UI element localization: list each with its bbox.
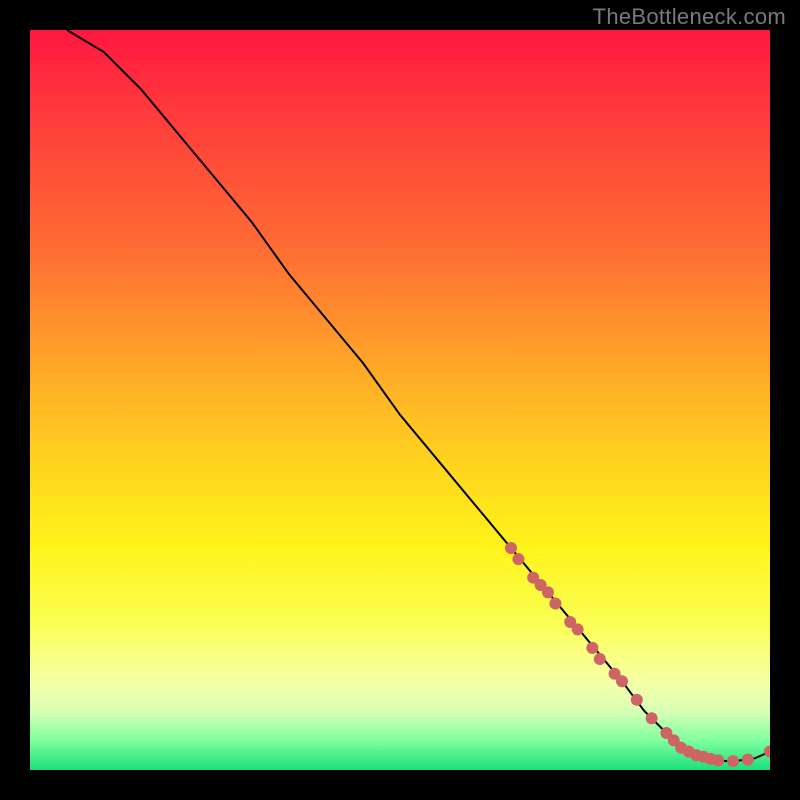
plot-area bbox=[30, 30, 770, 770]
chart-frame: TheBottleneck.com bbox=[0, 0, 800, 800]
watermark-text: TheBottleneck.com bbox=[593, 4, 786, 30]
